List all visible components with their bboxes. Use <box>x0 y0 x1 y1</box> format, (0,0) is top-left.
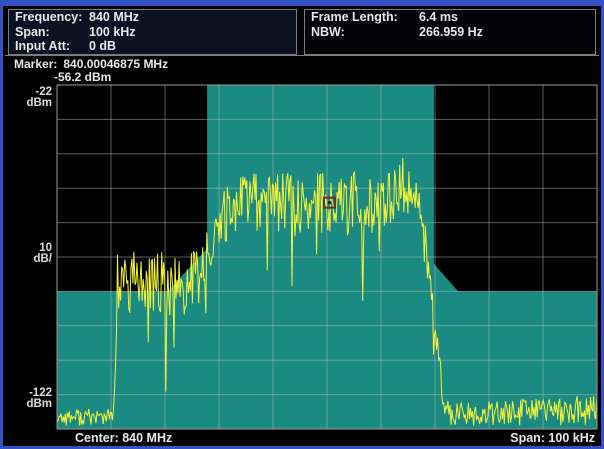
center-frequency-annotation: Center: 840 MHz <box>75 431 172 445</box>
marker-dot <box>328 201 331 204</box>
spectrum-analyzer-screen: Frequency: 840 MHz Span: 100 kHz Input A… <box>0 0 604 449</box>
spectrum-plot[interactable] <box>0 0 604 449</box>
span-annotation: Span: 100 kHz <box>510 431 595 445</box>
